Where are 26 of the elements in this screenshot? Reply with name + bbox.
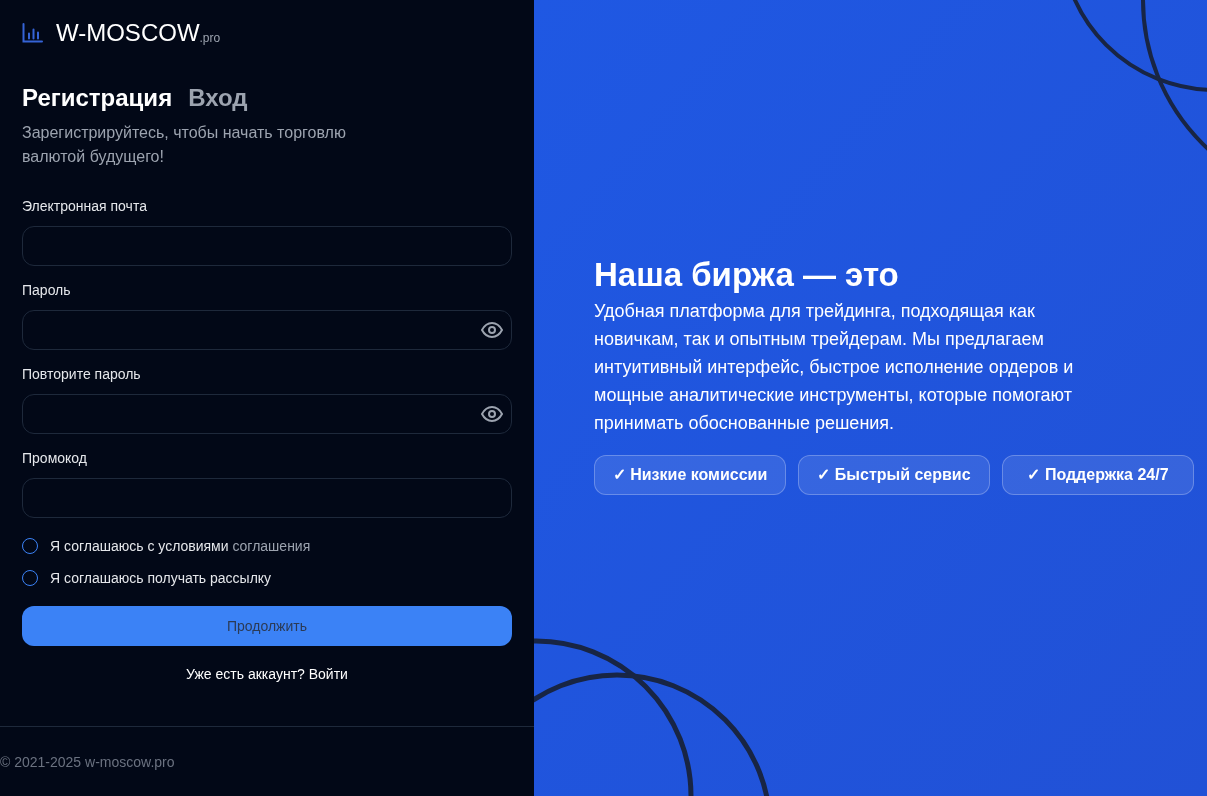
field-label: Промокод (22, 449, 88, 468)
eye-icon[interactable] (481, 322, 503, 338)
agreement-label: Я соглашаюсь с условиями соглашения (50, 537, 311, 556)
eye-icon[interactable] (481, 406, 503, 422)
tab[interactable]: Регистрация (22, 82, 173, 114)
feature-badge: ✓ Быстрый сервис (798, 455, 990, 495)
bar-chart-icon (22, 23, 43, 43)
login-link[interactable]: Уже есть аккаунт? Войти (186, 664, 348, 684)
tab[interactable]: Вход (188, 82, 248, 114)
feature-badge: ✓ Поддержка 24/7 (1002, 455, 1194, 495)
promo-text: Удобная платформа для трейдинга, подходящая как новичкам, так и опытным трейдерам. Мы предлагаем интуитивный интерфейс, быстрое исполнение ордеров и мощные аналитические инструменты, которые помогают принимать обоснованные решения. (594, 300, 1075, 435)
field-label: Электронная почта (22, 197, 148, 216)
input-field[interactable] (22, 394, 512, 434)
brand-name: W-MOSCOW (56, 20, 200, 46)
input-field[interactable] (22, 226, 512, 266)
promo-heading: Наша биржа — это (594, 255, 900, 295)
agreement-link[interactable]: соглашения (232, 538, 311, 554)
agreement-label: Я соглашаюсь получать рассылку (50, 569, 272, 588)
copyright-text: © 2021-2025 w-moscow.pro (0, 752, 175, 772)
field-label: Пароль (22, 281, 72, 300)
field-label: Повторите пароль (22, 365, 142, 384)
feature-badge: ✓ Низкие комиссии (594, 455, 786, 495)
brand-suffix: .pro (199, 31, 221, 45)
subtitle: Зарегистрируйтесь, чтобы начать торговлю валютой будущего! (22, 123, 347, 167)
input-field[interactable] (22, 478, 512, 518)
input-field[interactable] (22, 310, 512, 350)
